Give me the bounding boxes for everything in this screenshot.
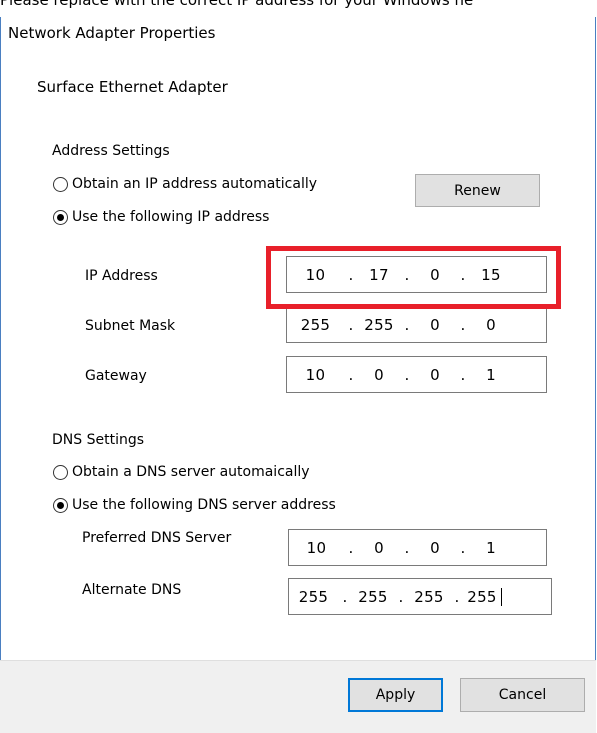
renew-button[interactable]: Renew [415, 174, 540, 207]
alternate-dns-octet-2: 255 [358, 587, 388, 606]
radio-obtain-ip-auto[interactable] [53, 176, 68, 192]
gateway-octet-2: 0 [374, 365, 384, 384]
subnet-octet-2: 255 [364, 315, 394, 334]
gateway-octet-4: 1 [486, 365, 496, 384]
alternate-dns-octet-1: 255 [298, 587, 329, 606]
ip-address-highlight-box [266, 246, 561, 309]
alternate-dns-octet-4: 255 [467, 587, 497, 606]
apply-button[interactable]: Apply [348, 678, 443, 712]
use-following-ip-option[interactable]: Use the following IP address [53, 209, 269, 225]
use-following-dns-label: Use the following DNS server address [72, 497, 336, 513]
subnet-mask-label: Subnet Mask [85, 318, 176, 334]
obtain-dns-auto-label: Obtain a DNS server automaically [72, 464, 310, 480]
network-adapter-dialog: Network Adapter Properties Surface Ether… [0, 17, 596, 732]
adapter-name: Surface Ethernet Adapter [37, 78, 228, 96]
cancel-button[interactable]: Cancel [460, 678, 585, 712]
preferred-dns-field[interactable]: 10. 0. 0. 1 [288, 529, 547, 566]
subnet-octet-3: 0 [430, 315, 440, 334]
obtain-ip-auto-label: Obtain an IP address automatically [72, 176, 318, 192]
ip-address-label: IP Address [85, 268, 158, 284]
use-following-dns-option[interactable]: Use the following DNS server address [53, 497, 336, 513]
obtain-ip-auto-option[interactable]: Obtain an IP address automatically [53, 176, 317, 192]
subnet-octet-1: 255 [300, 315, 331, 334]
preferred-dns-label: Preferred DNS Server [82, 530, 232, 546]
gateway-octet-1: 10 [305, 365, 326, 384]
subnet-octet-4: 0 [486, 315, 496, 334]
alternate-dns-field[interactable]: 255. 255. 255. 255 [288, 578, 552, 615]
gateway-octet-3: 0 [430, 365, 440, 384]
text-caret [501, 587, 502, 606]
preferred-dns-octet-1: 10 [306, 538, 327, 557]
dns-settings-heading: DNS Settings [52, 432, 145, 448]
use-following-ip-label: Use the following IP address [72, 209, 270, 225]
top-caption: Please replace with the correct IP addre… [0, 0, 474, 9]
preferred-dns-octet-3: 0 [430, 538, 440, 557]
dialog-footer: Apply Cancel [0, 660, 596, 733]
gateway-field[interactable]: 10. 0. 0. 1 [286, 356, 547, 393]
alternate-dns-label: Alternate DNS [82, 582, 182, 598]
gateway-label: Gateway [85, 368, 147, 384]
preferred-dns-octet-4: 1 [486, 538, 496, 557]
alternate-dns-octet-3: 255 [414, 587, 444, 606]
radio-use-following-dns[interactable] [53, 497, 68, 513]
preferred-dns-octet-2: 0 [374, 538, 384, 557]
obtain-dns-auto-option[interactable]: Obtain a DNS server automaically [53, 464, 310, 480]
subnet-mask-field[interactable]: 255. 255. 0. 0 [286, 306, 547, 343]
dialog-title: Network Adapter Properties [8, 24, 216, 42]
radio-obtain-dns-auto[interactable] [53, 464, 68, 480]
radio-use-following-ip[interactable] [53, 209, 68, 225]
address-settings-heading: Address Settings [52, 143, 170, 159]
